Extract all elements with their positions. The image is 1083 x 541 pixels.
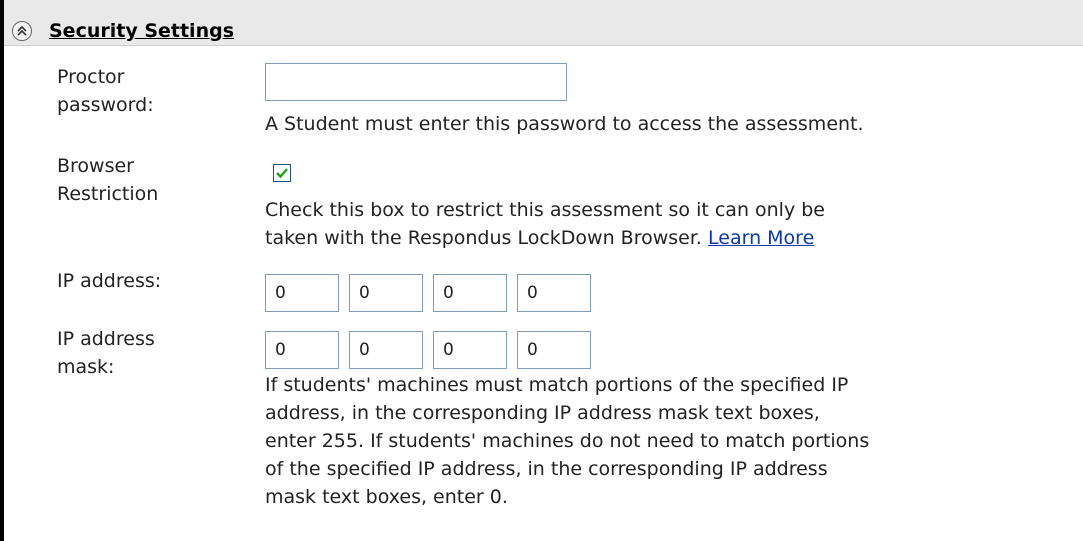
ip-mask-octet-2[interactable] — [349, 331, 423, 369]
ip-mask-help-line: mask text boxes, enter 0. — [265, 486, 508, 508]
browser-restriction-checkbox[interactable] — [273, 164, 291, 182]
ip-mask-help-line: enter 255. If students' machines do not … — [265, 430, 870, 452]
browser-label-line1: Browser — [57, 155, 134, 177]
browser-restriction-help: Check this box to restrict this assessme… — [265, 196, 1075, 252]
browser-help-line2: taken with the Respondus LockDown Browse… — [265, 224, 1075, 252]
ip-mask-help-line: If students' machines must match portion… — [265, 374, 849, 396]
ip-mask-help: If students' machines must match portion… — [265, 371, 1075, 511]
proctor-label-line2: password: — [57, 94, 154, 116]
collapse-chevron-up-icon[interactable] — [12, 21, 32, 41]
ip-address-octet-2[interactable] — [349, 274, 423, 312]
learn-more-link[interactable]: Learn More — [708, 227, 814, 249]
proctor-password-input[interactable] — [265, 63, 567, 101]
ip-mask-help-line: of the specified IP address, in the corr… — [265, 458, 828, 480]
ip-mask-label-line1: IP address — [57, 328, 155, 350]
ip-address-octet-3[interactable] — [433, 274, 507, 312]
ip-address-octet-1[interactable] — [265, 274, 339, 312]
window-left-border — [0, 0, 4, 541]
ip-address-octet-4[interactable] — [517, 274, 591, 312]
proctor-label-line1: Proctor — [57, 66, 125, 88]
ip-mask-octet-1[interactable] — [265, 331, 339, 369]
browser-help-line2-text: taken with the Respondus LockDown Browse… — [265, 227, 702, 249]
proctor-password-label: Proctor password: — [57, 63, 154, 119]
browser-label-line2: Restriction — [57, 183, 159, 205]
checkmark-icon — [276, 168, 288, 179]
browser-help-line1: Check this box to restrict this assessme… — [265, 199, 825, 221]
section-header: Security Settings — [4, 0, 1083, 46]
section-title-link[interactable]: Security Settings — [49, 20, 234, 42]
ip-mask-label-line2: mask: — [57, 356, 115, 378]
ip-mask-help-line: address, in the corresponding IP address… — [265, 402, 820, 424]
ip-mask-octet-3[interactable] — [433, 331, 507, 369]
proctor-password-help: A Student must enter this password to ac… — [265, 113, 864, 135]
browser-restriction-label: Browser Restriction — [57, 152, 158, 208]
ip-address-label: IP address: — [57, 270, 162, 292]
ip-mask-octet-4[interactable] — [517, 331, 591, 369]
ip-mask-label: IP address mask: — [57, 325, 155, 381]
